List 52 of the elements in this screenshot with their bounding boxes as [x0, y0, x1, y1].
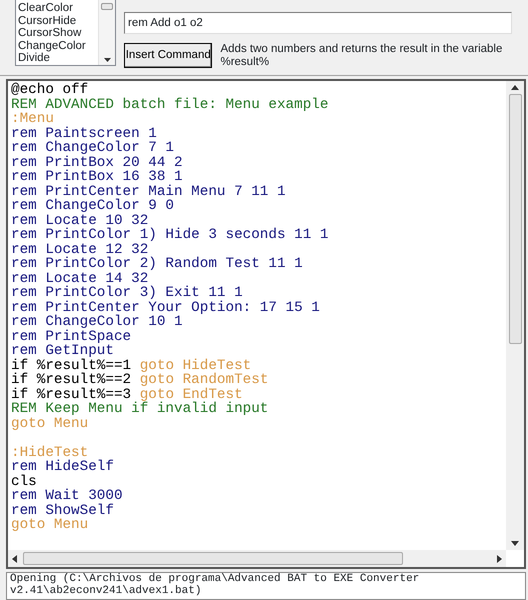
code-text: rem Paintscreen 1: [11, 126, 157, 142]
code-text: @echo off: [11, 82, 88, 98]
command-listbox[interactable]: ClearColor CursorHide CursorShow ChangeColor Divide: [15, 0, 116, 66]
scrollbar-thumb[interactable]: [101, 3, 113, 10]
code-text: REM Keep Menu if invalid input: [11, 401, 268, 417]
scroll-up-icon[interactable]: [511, 85, 519, 90]
code-text: rem ChangeColor 7 1: [11, 140, 174, 156]
code-text: rem PrintColor 1) Hide 3 seconds 11 1: [11, 227, 328, 243]
code-text: rem PrintColor 2) Random Test 11 1: [11, 256, 303, 272]
list-item[interactable]: ClearColor: [16, 2, 98, 14]
code-text: REM ADVANCED batch file: Menu example: [11, 96, 328, 112]
code-text: rem Locate 12 32: [11, 242, 148, 258]
code-text: rem GetInput: [11, 343, 114, 359]
code-text: goto RandomTest: [140, 372, 268, 388]
scrollbar-thumb[interactable]: [23, 552, 403, 565]
code-text: rem Locate 14 32: [11, 270, 148, 286]
code-text: if %result%==1: [11, 358, 132, 374]
code-text: rem PrintBox 20 44 2: [11, 154, 183, 170]
code-text: :HideTest: [11, 444, 88, 460]
code-text: goto EndTest: [140, 386, 243, 402]
code-text: rem PrintBox 16 38 1: [11, 169, 183, 185]
code-text: rem ChangeColor 9 0: [11, 198, 174, 214]
code-text: rem ChangeColor 10 1: [11, 314, 183, 330]
code-text: goto HideTest: [140, 358, 252, 374]
code-text: rem PrintColor 3) Exit 11 1: [11, 285, 243, 301]
scroll-down-icon[interactable]: [511, 541, 519, 546]
insert-command-button[interactable]: Insert Command: [124, 43, 212, 68]
code-text: rem Wait 3000: [11, 488, 123, 504]
command-field[interactable]: rem Add o1 o2: [124, 12, 512, 34]
scroll-left-icon[interactable]: [12, 554, 17, 562]
log-line: v2.41\ab2econv241\advex1.bat): [10, 586, 202, 597]
scroll-right-icon[interactable]: [497, 554, 502, 562]
code-text: rem Locate 10 32: [11, 212, 148, 228]
code-text: rem PrintCenter Main Menu 7 11 1: [11, 184, 286, 200]
code-text: rem HideSelf: [11, 459, 114, 475]
code-text: if %result%==2: [11, 372, 132, 388]
code-text: goto Menu: [11, 416, 88, 432]
scroll-down-icon[interactable]: [104, 58, 110, 62]
scrollbar-thumb[interactable]: [508, 94, 522, 344]
list-item[interactable]: Divide: [16, 52, 98, 64]
list-item[interactable]: CursorHide: [16, 14, 98, 27]
code-text: rem PrintCenter Your Option: 17 15 1: [11, 300, 320, 316]
list-item[interactable]: ChangeColor: [16, 40, 98, 52]
code-text: cls: [11, 474, 37, 490]
code-text: rem PrintSpace: [11, 328, 132, 344]
list-item[interactable]: CursorShow: [16, 27, 98, 40]
code-text: rem ShowSelf: [11, 502, 114, 518]
code-text: if %result%==3: [11, 386, 132, 402]
code-text: :Menu: [11, 111, 54, 127]
command-description: Adds two numbers and returns the result in the variable %result%: [220, 43, 504, 69]
code-text: goto Menu: [11, 517, 88, 533]
log-line: Opening (C:\Archivos de programa\Advanced BAT to EXE Converter: [10, 574, 420, 585]
